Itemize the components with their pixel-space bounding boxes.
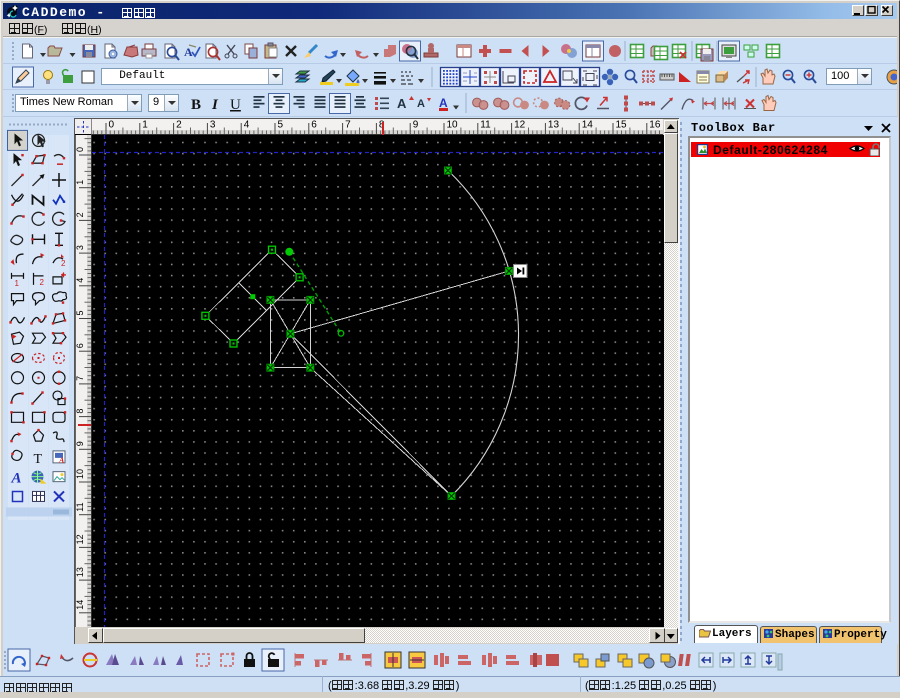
- svg-text:4: 4: [75, 278, 85, 283]
- svg-text:1: 1: [15, 279, 20, 288]
- svg-text:I: I: [211, 97, 219, 113]
- svg-text:11: 11: [75, 502, 85, 511]
- svg-text:3: 3: [75, 245, 85, 250]
- svg-text:A: A: [397, 96, 407, 111]
- svg-text:12: 12: [75, 534, 85, 544]
- svg-text:12: 12: [514, 120, 526, 131]
- svg-text:6: 6: [75, 343, 85, 348]
- svg-text:9: 9: [413, 120, 419, 131]
- svg-text:0: 0: [109, 120, 115, 131]
- svg-text:16: 16: [649, 120, 661, 131]
- svg-text:10: 10: [447, 120, 459, 131]
- svg-text:9: 9: [75, 441, 85, 446]
- svg-text:10: 10: [75, 469, 85, 479]
- svg-text:0: 0: [75, 147, 85, 152]
- svg-text:11: 11: [480, 120, 491, 131]
- svg-text:A: A: [11, 471, 22, 487]
- svg-text:T: T: [34, 452, 43, 467]
- svg-text:5: 5: [278, 120, 284, 131]
- svg-text:2: 2: [176, 120, 182, 131]
- svg-text:B: B: [191, 97, 201, 113]
- svg-text:7: 7: [345, 120, 351, 131]
- svg-text:A: A: [439, 96, 448, 110]
- svg-text:5: 5: [75, 310, 85, 315]
- svg-text:A: A: [184, 45, 193, 59]
- svg-text:15: 15: [616, 120, 628, 131]
- svg-text:13: 13: [75, 567, 85, 577]
- svg-text:U: U: [230, 97, 241, 113]
- svg-text:2: 2: [61, 259, 66, 268]
- svg-text:6: 6: [311, 120, 317, 131]
- svg-text:1: 1: [142, 120, 148, 131]
- svg-text:14: 14: [75, 600, 85, 610]
- svg-text:2: 2: [75, 212, 85, 217]
- svg-text:2: 2: [40, 278, 45, 287]
- svg-text:8: 8: [75, 409, 85, 414]
- svg-text:3: 3: [210, 120, 216, 131]
- svg-text:1: 1: [75, 180, 85, 185]
- svg-text:14: 14: [582, 120, 594, 131]
- svg-text:7: 7: [75, 376, 85, 381]
- svg-text:4: 4: [244, 120, 250, 131]
- svg-text:13: 13: [548, 120, 560, 131]
- svg-text:A: A: [417, 98, 425, 110]
- svg-text:A: A: [58, 456, 65, 465]
